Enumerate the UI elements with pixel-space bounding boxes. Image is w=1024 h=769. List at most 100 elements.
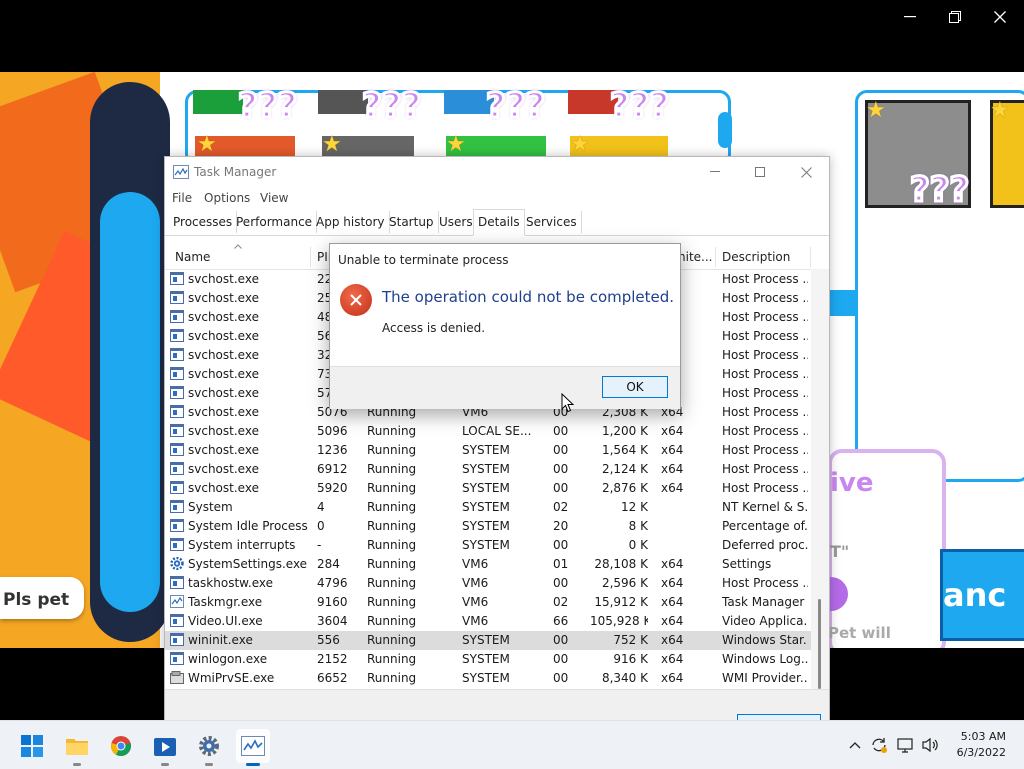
cell-name: SystemSettings.exe <box>188 557 308 571</box>
cell-status: Running <box>367 424 417 438</box>
menu-options[interactable]: Options <box>204 191 250 205</box>
cell-user: SYSTEM <box>462 538 510 552</box>
cell-name: System interrupts <box>188 538 296 552</box>
cell-status: Running <box>367 557 417 571</box>
taskbar-task-manager[interactable] <box>236 729 270 766</box>
task-manager-titlebar[interactable]: Task Manager <box>165 157 829 187</box>
service-icon <box>170 329 184 342</box>
cell-memory: 752 K <box>613 633 648 647</box>
vertical-scrollbar[interactable] <box>811 269 829 689</box>
error-icon <box>340 284 372 316</box>
column-separator[interactable] <box>810 247 811 267</box>
player-restore-button[interactable] <box>933 4 977 30</box>
tab-startup[interactable]: Startup <box>385 211 439 233</box>
game-cancel-button: anc <box>940 549 1024 641</box>
tab-processes[interactable]: Processes <box>169 211 238 233</box>
taskbar-file-explorer[interactable] <box>60 729 94 766</box>
cell-user: SYSTEM <box>462 671 510 685</box>
cell-status: Running <box>367 481 417 495</box>
taskbar-movies-tv[interactable] <box>148 729 182 766</box>
cell-user: SYSTEM <box>462 443 510 457</box>
table-row[interactable]: svchost.exe 5096 Running LOCAL SE... 00 1,200… <box>165 422 811 441</box>
table-row[interactable]: winlogon.exe 2152 Running SYSTEM 00 916 K x64 W… <box>165 650 811 669</box>
cell-name: System <box>188 500 233 514</box>
error-dialog[interactable]: Unable to terminate process The operatio… <box>329 243 681 409</box>
game-card-green <box>193 90 243 114</box>
table-row[interactable]: System 4 Running SYSTEM 02 12 K NT Kernel & S.… <box>165 498 811 517</box>
tab-users[interactable]: Users <box>435 211 478 233</box>
table-row[interactable]: WmiPrvSE.exe 6652 Running SYSTEM 00 8,340 K x6… <box>165 669 811 688</box>
cell-status: Running <box>367 595 417 609</box>
tray-network[interactable] <box>896 735 916 755</box>
service-icon <box>170 291 184 304</box>
cell-description: Host Process ... <box>722 386 808 400</box>
cell-pid: 5920 <box>317 481 348 495</box>
column-separator[interactable] <box>715 247 716 267</box>
movies-tv-icon <box>154 738 176 756</box>
table-row[interactable]: wininit.exe 556 Running SYSTEM 00 752 K x64 Win… <box>165 631 811 650</box>
scrollbar-thumb[interactable] <box>818 599 821 689</box>
tm-maximize-button[interactable] <box>737 159 783 185</box>
cell-description: Host Process ... <box>722 329 808 343</box>
show-hidden-icons-button[interactable] <box>845 735 865 755</box>
column-architecture[interactable]: hite... <box>678 250 712 264</box>
cell-pid: - <box>317 538 322 552</box>
table-row[interactable]: svchost.exe 5920 Running SYSTEM 00 2,876 K x64… <box>165 479 811 498</box>
restore-icon <box>949 11 961 23</box>
cell-description: Windows Star... <box>722 633 808 647</box>
cell-description: Host Process ... <box>722 291 808 305</box>
ok-button[interactable]: OK <box>602 376 668 398</box>
table-row[interactable]: svchost.exe 6912 Running SYSTEM 00 2,124 K x64… <box>165 460 811 479</box>
cell-memory: 1,200 K <box>601 424 648 438</box>
table-row[interactable]: System interrupts - Running SYSTEM 00 0 K Defe… <box>165 536 811 555</box>
taskbar-chrome[interactable] <box>104 729 138 763</box>
task-manager-window[interactable]: Task Manager File Options View Processes… <box>164 156 830 722</box>
table-row[interactable]: System Idle Process 0 Running SYSTEM 20 8 K Pe… <box>165 517 811 536</box>
game-cancel-text: anc <box>943 576 1007 614</box>
service-icon <box>170 462 184 475</box>
folder-icon <box>66 739 88 755</box>
game-popup-text-2: Pet will <box>828 624 891 642</box>
cell-memory: 0 K <box>628 538 648 552</box>
cell-description: Host Process ... <box>722 424 808 438</box>
cell-name: svchost.exe <box>188 291 259 305</box>
cell-pid: 556 <box>317 633 340 647</box>
cell-memory: 105,928 K <box>590 614 648 628</box>
chrome-icon <box>111 736 131 756</box>
service-icon <box>170 424 184 437</box>
task-manager-icon <box>173 165 189 179</box>
cell-memory: 12 K <box>621 500 648 514</box>
cell-description: Host Process ... <box>722 272 808 286</box>
tm-close-button[interactable] <box>783 159 829 185</box>
cell-name: svchost.exe <box>188 405 259 419</box>
tray-volume[interactable] <box>921 735 941 755</box>
player-minimize-button[interactable] <box>888 4 932 30</box>
menu-file[interactable]: File <box>172 191 192 205</box>
table-row[interactable]: svchost.exe 1236 Running SYSTEM 00 1,564 K x64… <box>165 441 811 460</box>
service-icon <box>170 576 184 589</box>
column-description[interactable]: Description <box>722 250 790 264</box>
column-name[interactable]: Name <box>175 250 210 264</box>
menu-view[interactable]: View <box>260 191 288 205</box>
table-row[interactable]: taskhostw.exe 4796 Running VM6 00 2,596 K x64 H… <box>165 574 811 593</box>
tab-details[interactable]: Details <box>473 209 525 236</box>
cell-status: Running <box>367 443 417 457</box>
tab-app-history[interactable]: App history <box>312 211 390 233</box>
tm-minimize-button[interactable] <box>692 159 738 185</box>
table-row[interactable]: SystemSettings.exe 284 Running VM6 01 28,108 … <box>165 555 811 574</box>
taskbar-settings[interactable] <box>192 729 226 766</box>
task-manager-footer <box>165 689 829 721</box>
table-row[interactable]: Taskmgr.exe 9160 Running VM6 02 15,912 K x64 Ta… <box>165 593 811 612</box>
service-icon <box>170 348 184 361</box>
player-close-button[interactable] <box>978 4 1022 30</box>
start-button[interactable] <box>15 729 49 763</box>
tab-performance[interactable]: Performance <box>232 211 318 233</box>
cell-cpu: 02 <box>553 500 569 514</box>
task-manager-icon <box>170 595 184 608</box>
tray-sync[interactable] <box>869 735 889 755</box>
tab-services[interactable]: Services <box>522 211 582 233</box>
player-titlebar <box>0 0 1024 72</box>
system-clock[interactable]: 5:03 AM 6/3/2022 <box>957 729 1006 761</box>
column-separator[interactable] <box>310 247 311 267</box>
table-row[interactable]: Video.UI.exe 3604 Running VM6 66 105,928 K x64… <box>165 612 811 631</box>
